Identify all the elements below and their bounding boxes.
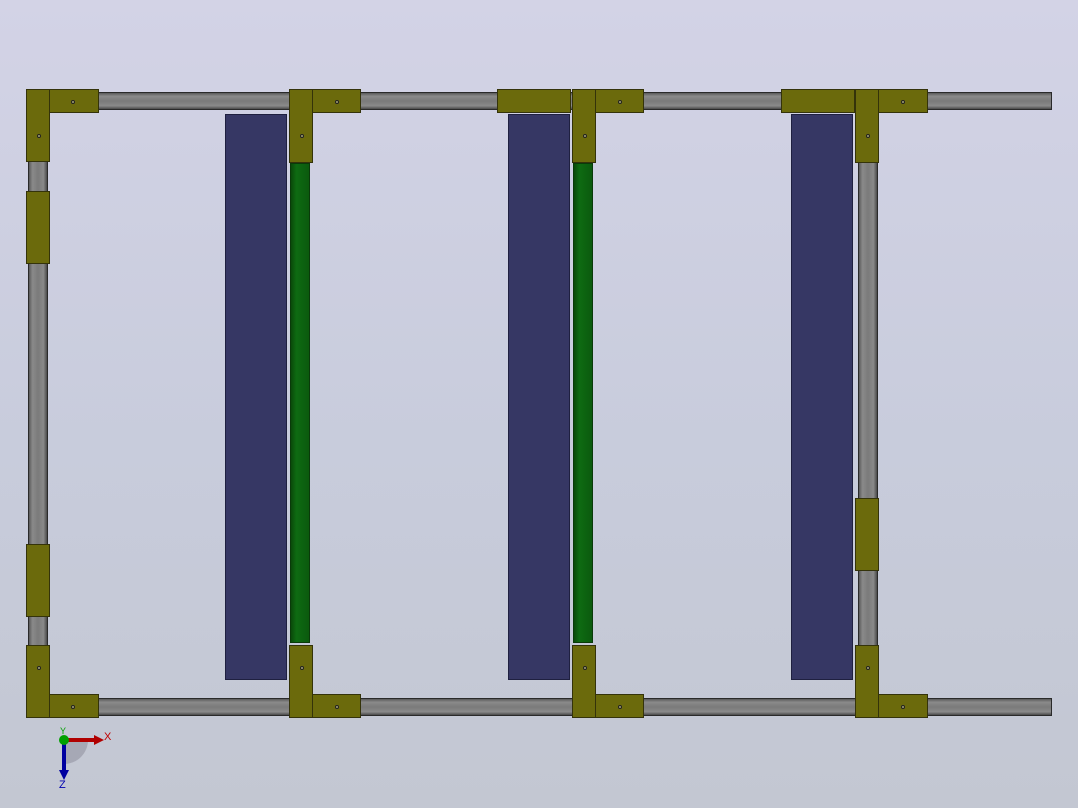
bolt-hole [335,100,339,104]
corner-bracket-top-left-v[interactable] [26,89,50,162]
panel-3[interactable] [791,114,853,680]
t-bracket-bottom-3-v[interactable] [572,645,596,718]
t-bracket-top-3-v[interactable] [572,89,596,163]
view-orientation-triad[interactable]: X Y Z [48,726,118,791]
mid-bracket-left-2[interactable] [26,544,50,617]
t-bracket-top-4-v[interactable] [855,89,879,163]
bolt-hole [866,666,870,670]
bolt-hole [37,134,41,138]
green-strip-1[interactable] [290,163,310,643]
t-bracket-bottom-4-v[interactable] [855,645,879,718]
t-bracket-bottom-2-v[interactable] [289,645,313,718]
bolt-hole [37,666,41,670]
bolt-hole [300,666,304,670]
right-rail[interactable] [858,110,878,700]
bolt-hole [71,100,75,104]
bolt-hole [583,134,587,138]
green-strip-2[interactable] [573,163,593,643]
bolt-hole [71,705,75,709]
mid-bracket-right-1[interactable] [855,498,879,571]
corner-bracket-bottom-left-v[interactable] [26,645,50,718]
triad-x-label: X [104,731,112,743]
t-bracket-top-4-left[interactable] [781,89,855,113]
bolt-hole [901,100,905,104]
panel-1[interactable] [225,114,287,680]
bolt-hole [300,134,304,138]
bolt-hole [335,705,339,709]
bolt-hole [583,666,587,670]
bolt-hole [901,705,905,709]
bolt-hole [618,100,622,104]
panel-2[interactable] [508,114,570,680]
triad-y-label: Y [60,726,67,736]
bolt-hole [618,705,622,709]
mid-bracket-left-1[interactable] [26,191,50,264]
triad-z-label: Z [59,779,66,791]
bolt-hole [866,134,870,138]
graphics-viewport[interactable]: X Y Z [0,0,1078,808]
t-bracket-top-2-v[interactable] [289,89,313,163]
t-bracket-top-3-left[interactable] [497,89,571,113]
